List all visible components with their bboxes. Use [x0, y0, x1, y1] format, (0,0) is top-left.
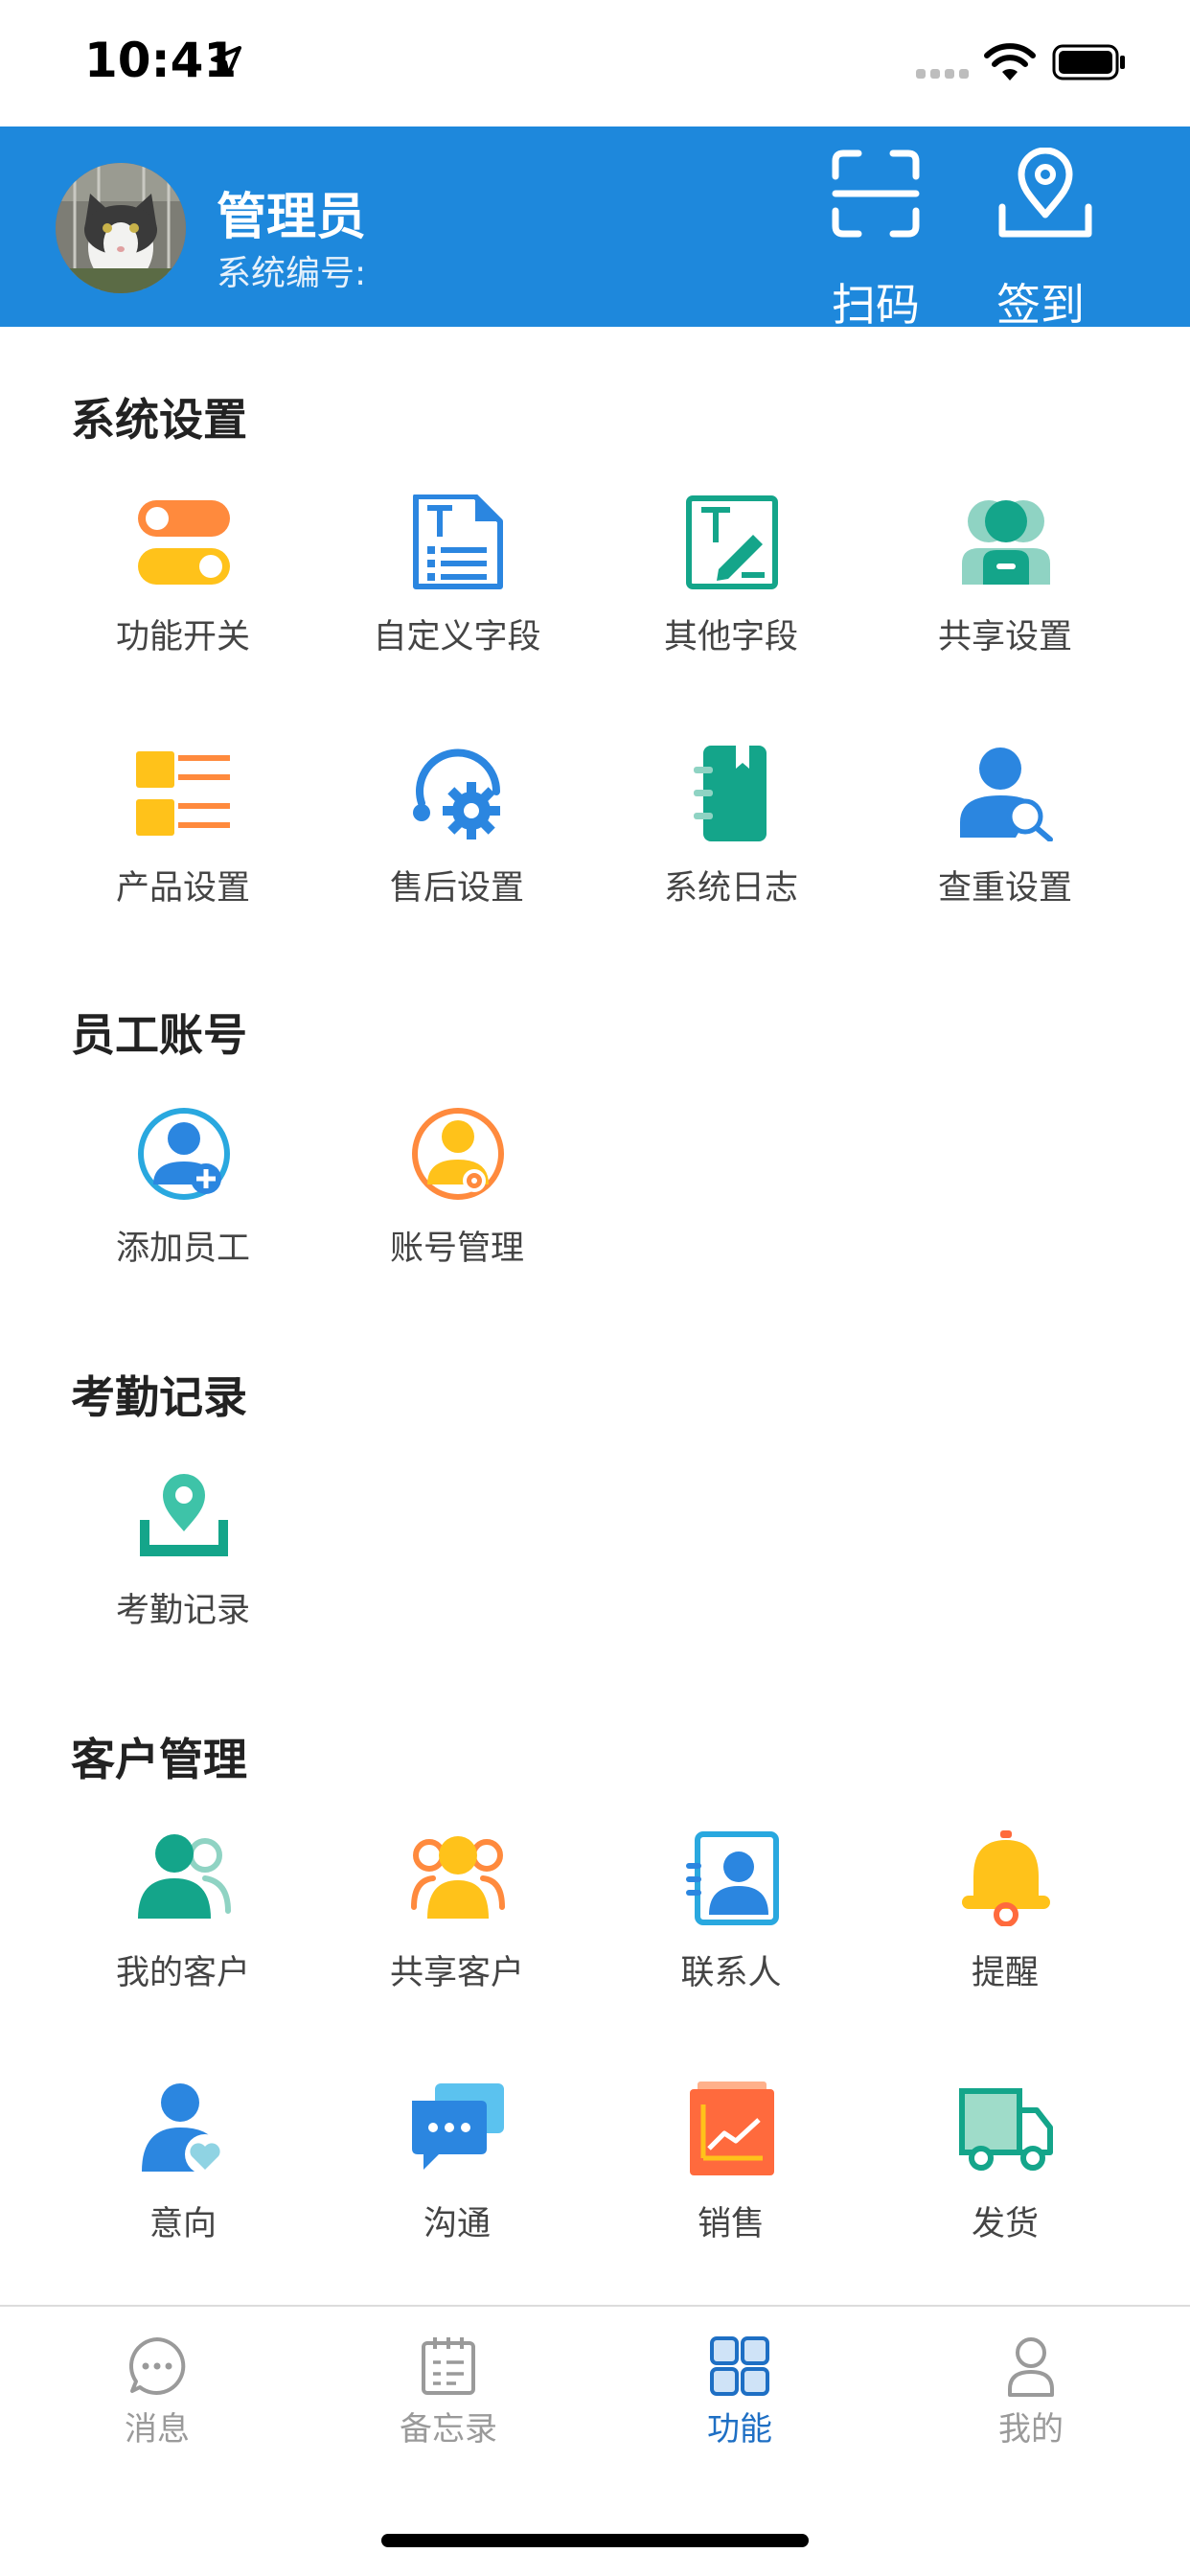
contact-card-icon [686, 1831, 779, 1925]
grid-item-label: 查重设置 [937, 869, 1072, 908]
checkin-label: 签到 [996, 279, 1085, 331]
grid-item-my-customers[interactable]: 我的客户 [46, 1830, 320, 2022]
avatar[interactable] [56, 163, 186, 293]
grid-item-label: 共享客户 [389, 1954, 524, 1992]
profile-icon [1008, 2337, 1054, 2397]
grid-item-attendance-record[interactable]: 考勤记录 [46, 1468, 320, 1660]
section-title-system: 系统设置 [71, 394, 247, 446]
message-icon [128, 2337, 186, 2395]
tab-messages[interactable]: 消息 [61, 2330, 253, 2449]
user-name: 管理员 [217, 189, 367, 246]
notebook-icon [694, 746, 767, 841]
grid-item-contacts[interactable]: 联系人 [594, 1830, 868, 2022]
section-title-staff: 员工账号 [71, 1009, 247, 1061]
grid-item-custom-field[interactable]: 自定义字段 [320, 494, 594, 686]
grid-item-label: 考勤记录 [115, 1592, 250, 1630]
location-checkin-icon [998, 148, 1092, 238]
chat-bubbles-icon [412, 2083, 504, 2170]
tab-functions[interactable]: 功能 [644, 2330, 835, 2449]
section-title-attendance: 考勤记录 [71, 1371, 247, 1423]
system-number-label: 系统编号: [217, 254, 367, 293]
grid-item-label: 添加员工 [115, 1230, 250, 1268]
toggle-switch-icon [138, 500, 230, 585]
grid-item-aftersale-settings[interactable]: 售后设置 [320, 746, 594, 937]
shared-users-icon [962, 500, 1050, 585]
grid-item-sales[interactable]: 销售 [594, 2082, 868, 2273]
status-bar: 10:41 [0, 0, 1190, 126]
battery-icon [1052, 44, 1125, 80]
checkin-button[interactable]: 签到 [973, 148, 1108, 331]
tab-label: 功能 [707, 2410, 772, 2449]
shared-customer-icon [411, 1836, 505, 1919]
edit-field-icon [686, 495, 778, 589]
grid-item-product-settings[interactable]: 产品设置 [46, 746, 320, 937]
grid-icon [710, 2336, 769, 2396]
delivery-truck-icon [959, 2088, 1053, 2171]
grid-item-label: 其他字段 [663, 618, 798, 656]
scan-icon [832, 150, 920, 238]
grid-item-label: 我的客户 [115, 1954, 250, 1992]
bell-icon [962, 1830, 1050, 1926]
grid-item-label: 产品设置 [115, 869, 250, 908]
grid-item-delivery[interactable]: 发货 [868, 2082, 1142, 2273]
location-checkin-icon [140, 1474, 228, 1556]
grid-item-intention[interactable]: 意向 [46, 2082, 320, 2273]
tab-label: 消息 [125, 2410, 190, 2449]
scan-button[interactable]: 扫码 [809, 148, 943, 331]
wifi-icon [984, 43, 1036, 80]
cat-avatar-image [56, 163, 186, 293]
tab-label: 我的 [998, 2410, 1064, 2449]
grid-item-shared-customers[interactable]: 共享客户 [320, 1830, 594, 2022]
grid-item-other-field[interactable]: 其他字段 [594, 494, 868, 686]
support-gear-icon [413, 748, 501, 840]
tab-label: 备忘录 [400, 2410, 497, 2449]
grid-item-label: 售后设置 [389, 869, 524, 908]
grid-item-label: 联系人 [680, 1954, 782, 1992]
grid-item-dedupe-settings[interactable]: 查重设置 [868, 746, 1142, 937]
home-indicator[interactable] [381, 2534, 809, 2547]
cellular-signal-icon [916, 69, 969, 79]
profile-header: 管理员 系统编号: 扫码 签到 [0, 126, 1190, 331]
add-user-icon [138, 1108, 230, 1200]
memo-icon [422, 2337, 475, 2395]
product-list-icon [136, 751, 230, 836]
grid-item-label: 共享设置 [937, 618, 1072, 656]
grid-item-system-log[interactable]: 系统日志 [594, 746, 868, 937]
user-gear-icon [412, 1108, 504, 1200]
grid-item-label: 功能开关 [115, 618, 250, 656]
grid-item-label: 意向 [149, 2205, 217, 2243]
grid-item-label: 发货 [971, 2205, 1039, 2243]
location-arrow-icon [211, 46, 241, 77]
app-screen: 10:41 管理员 系统编号: 扫码 签到 系统设置 功能开关 自定义字段 其他… [0, 0, 1190, 2576]
grid-item-feature-toggle[interactable]: 功能开关 [46, 494, 320, 686]
tab-profile[interactable]: 我的 [935, 2330, 1127, 2449]
sales-chart-icon [690, 2082, 774, 2175]
grid-item-label: 销售 [697, 2205, 765, 2243]
custom-field-icon [413, 494, 503, 589]
grid-item-label: 自定义字段 [373, 618, 541, 656]
user-heart-icon [142, 2083, 225, 2174]
grid-item-label: 系统日志 [663, 869, 798, 908]
tab-memo[interactable]: 备忘录 [353, 2330, 544, 2449]
section-title-customer: 客户管理 [71, 1734, 247, 1785]
grid-item-label: 提醒 [971, 1954, 1039, 1992]
user-search-icon [960, 748, 1053, 841]
grid-item-communication[interactable]: 沟通 [320, 2082, 594, 2273]
scan-label: 扫码 [832, 279, 920, 331]
my-customer-icon [138, 1834, 231, 1919]
grid-item-label: 账号管理 [389, 1230, 524, 1268]
grid-item-label: 沟通 [423, 2205, 491, 2243]
grid-item-share-settings[interactable]: 共享设置 [868, 494, 1142, 686]
grid-item-reminder[interactable]: 提醒 [868, 1830, 1142, 2022]
grid-item-account-manage[interactable]: 账号管理 [320, 1106, 594, 1298]
grid-item-add-staff[interactable]: 添加员工 [46, 1106, 320, 1298]
